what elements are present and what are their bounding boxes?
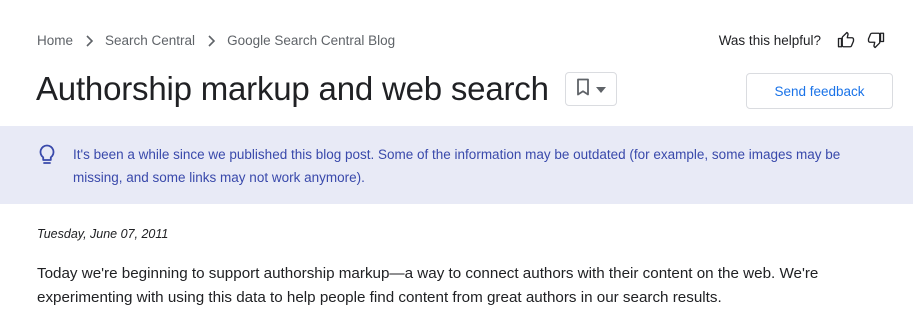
lightbulb-icon xyxy=(38,144,56,166)
bookmark-dropdown-button[interactable] xyxy=(565,72,617,106)
chevron-right-icon xyxy=(82,34,96,48)
outdated-notice: It's been a while since we published thi… xyxy=(0,126,913,204)
thumb-up-icon[interactable] xyxy=(835,29,857,51)
thumb-down-icon[interactable] xyxy=(865,29,887,51)
notice-text: It's been a while since we published thi… xyxy=(73,147,841,185)
breadcrumb-search-central[interactable]: Search Central xyxy=(105,33,195,48)
helpful-label: Was this helpful? xyxy=(718,32,821,48)
breadcrumb-home[interactable]: Home xyxy=(37,33,73,48)
post-body: Today we're beginning to support authors… xyxy=(37,265,819,306)
page-title: Authorship markup and web search xyxy=(36,70,549,107)
bookmark-icon xyxy=(576,78,590,101)
post-date: Tuesday, June 07, 2011 xyxy=(37,227,169,241)
caret-down-icon xyxy=(596,80,606,98)
helpful-widget: Was this helpful? xyxy=(719,29,887,51)
send-feedback-button[interactable]: Send feedback xyxy=(746,73,893,109)
breadcrumb: Home Search Central Google Search Centra… xyxy=(37,33,395,48)
breadcrumb-blog[interactable]: Google Search Central Blog xyxy=(227,33,395,48)
chevron-right-icon xyxy=(204,34,218,48)
